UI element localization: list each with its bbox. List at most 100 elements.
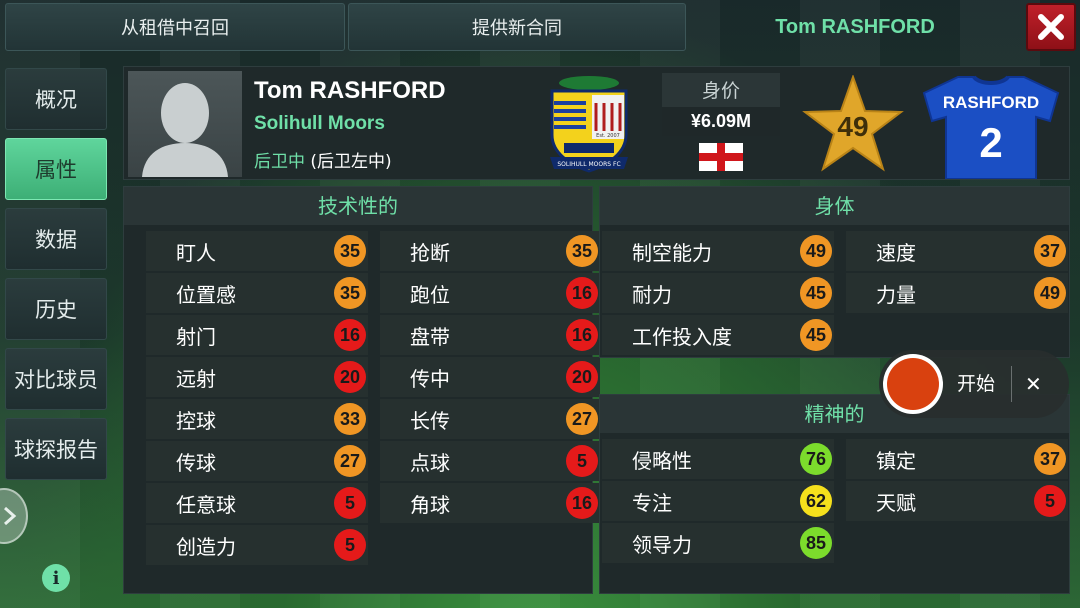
attribute-value-badge: 5 <box>566 445 598 477</box>
attribute-value-badge: 35 <box>566 235 598 267</box>
crest-text: SOLIHULL MOORS FC <box>557 161 620 168</box>
crest-est-text: Est. 2007 <box>596 133 620 139</box>
attribute-value-badge: 16 <box>566 277 598 309</box>
attribute-row[interactable]: 跑位 16 <box>380 273 600 313</box>
attribute-row[interactable]: 传球 27 <box>146 441 368 481</box>
record-button[interactable] <box>883 354 943 414</box>
attribute-label: 传中 <box>410 366 450 391</box>
sidebar-item-scout-report[interactable]: 球探报告 <box>5 418 107 480</box>
attribute-label: 创造力 <box>176 534 236 559</box>
chevron-right-icon <box>4 506 17 526</box>
attribute-row[interactable]: 力量 49 <box>846 273 1068 313</box>
shirt-name: RASHFORD <box>942 93 1040 112</box>
offer-new-contract-button[interactable]: 提供新合同 <box>348 3 686 51</box>
avatar-silhouette-icon <box>142 83 228 177</box>
attribute-label: 角球 <box>410 492 450 517</box>
attribute-row[interactable]: 专注 62 <box>602 481 834 521</box>
attribute-label: 抢断 <box>410 240 450 265</box>
attribute-label: 任意球 <box>176 492 236 517</box>
attribute-value-badge: 45 <box>800 319 832 351</box>
sidebar-item-history[interactable]: 历史 <box>5 278 107 340</box>
attribute-value-badge: 49 <box>800 235 832 267</box>
england-flag-icon <box>699 143 743 171</box>
attribute-value-badge: 16 <box>566 319 598 351</box>
attribute-label: 制空能力 <box>632 240 712 265</box>
attribute-row[interactable]: 盘带 16 <box>380 315 600 355</box>
attribute-row[interactable]: 长传 27 <box>380 399 600 439</box>
attribute-label: 工作投入度 <box>632 324 732 349</box>
attribute-value-badge: 62 <box>800 485 832 517</box>
attribute-row[interactable]: 领导力 85 <box>602 523 834 563</box>
attribute-label: 传球 <box>176 450 216 475</box>
attribute-label: 镇定 <box>876 448 916 473</box>
sidebar-item-attributes[interactable]: 属性 <box>5 138 107 200</box>
attribute-value-badge: 76 <box>800 443 832 475</box>
attribute-value-badge: 27 <box>566 403 598 435</box>
attribute-label: 耐力 <box>632 282 672 307</box>
close-icon <box>1038 14 1064 40</box>
attribute-label: 位置感 <box>176 282 236 307</box>
record-icon <box>887 358 939 410</box>
attribute-value-badge: 35 <box>334 277 366 309</box>
attribute-label: 盯人 <box>176 240 216 265</box>
attribute-row[interactable]: 侵略性 76 <box>602 439 834 479</box>
attribute-value-badge: 45 <box>800 277 832 309</box>
attribute-row[interactable]: 位置感 35 <box>146 273 368 313</box>
attribute-row[interactable]: 工作投入度 45 <box>602 315 834 355</box>
sidebar-item-overview[interactable]: 概况 <box>5 68 107 130</box>
attribute-row[interactable]: 速度 37 <box>846 231 1068 271</box>
physical-panel: 身体 制空能力 49 耐力 45 工作投入度 45 速度 37 力量 49 <box>599 186 1070 358</box>
attribute-value-badge: 5 <box>1034 485 1066 517</box>
attribute-row[interactable]: 角球 16 <box>380 483 600 523</box>
position-primary: 后卫中 <box>254 152 305 172</box>
player-position: 后卫中 (后卫左中) <box>254 147 392 172</box>
mental-panel: 精神的 侵略性 76 专注 62 领导力 85 镇定 37 天赋 5 <box>599 394 1070 594</box>
attribute-row[interactable]: 传中 20 <box>380 357 600 397</box>
attribute-row[interactable]: 创造力 5 <box>146 525 368 565</box>
attribute-value-badge: 5 <box>334 487 366 519</box>
attribute-label: 控球 <box>176 408 216 433</box>
attribute-value-badge: 85 <box>800 527 832 559</box>
attribute-row[interactable]: 远射 20 <box>146 357 368 397</box>
player-club[interactable]: Solihull Moors <box>254 113 385 135</box>
close-button[interactable] <box>1026 3 1076 51</box>
record-start-label[interactable]: 开始 <box>957 350 995 418</box>
attribute-value-badge: 20 <box>566 361 598 393</box>
market-value-label: 身价 <box>701 80 740 102</box>
market-value: ¥6.09M <box>662 107 780 136</box>
attribute-row[interactable]: 点球 5 <box>380 441 600 481</box>
attribute-label: 天赋 <box>876 490 916 515</box>
attribute-row[interactable]: 控球 33 <box>146 399 368 439</box>
attribute-value-badge: 37 <box>1034 443 1066 475</box>
attribute-label: 专注 <box>632 490 672 515</box>
club-crest-icon[interactable]: SOLIHULL MOORS FC Est. 2007 <box>544 73 634 177</box>
attribute-row[interactable]: 耐力 45 <box>602 273 834 313</box>
recorder-divider <box>1011 366 1012 402</box>
attribute-value-badge: 35 <box>334 235 366 267</box>
sidebar-item-compare-player[interactable]: 对比球员 <box>5 348 107 410</box>
attribute-row[interactable]: 镇定 37 <box>846 439 1068 479</box>
attribute-value-badge: 27 <box>334 445 366 477</box>
recorder-close-button[interactable]: ✕ <box>1025 350 1042 418</box>
attribute-row[interactable]: 抢断 35 <box>380 231 600 271</box>
attribute-row[interactable]: 盯人 35 <box>146 231 368 271</box>
attribute-label: 点球 <box>410 450 450 475</box>
technical-panel: 技术性的 盯人 35 位置感 35 射门 16 远射 20 控球 33 传球 27 任意球 5 创造力 5 抢… <box>123 186 600 594</box>
market-value-box: 身价 ¥6.09M <box>662 73 780 136</box>
attribute-row[interactable]: 任意球 5 <box>146 483 368 523</box>
attribute-row[interactable]: 天赋 5 <box>846 481 1068 521</box>
recall-from-loan-button[interactable]: 从租借中召回 <box>5 3 345 51</box>
technical-title: 技术性的 <box>124 187 592 225</box>
player-avatar <box>128 71 242 177</box>
sidebar-item-stats[interactable]: 数据 <box>5 208 107 270</box>
attribute-row[interactable]: 制空能力 49 <box>602 231 834 271</box>
attribute-value-badge: 49 <box>1034 277 1066 309</box>
attribute-value-badge: 5 <box>334 529 366 561</box>
attribute-label: 长传 <box>410 408 450 433</box>
player-header: Tom RASHFORD Solihull Moors 后卫中 (后卫左中) S… <box>123 66 1070 180</box>
page-title: Tom RASHFORD <box>775 15 935 38</box>
info-icon[interactable]: i <box>42 564 70 592</box>
player-rating: 49 <box>837 111 869 142</box>
attribute-row[interactable]: 射门 16 <box>146 315 368 355</box>
attribute-value-badge: 16 <box>334 319 366 351</box>
